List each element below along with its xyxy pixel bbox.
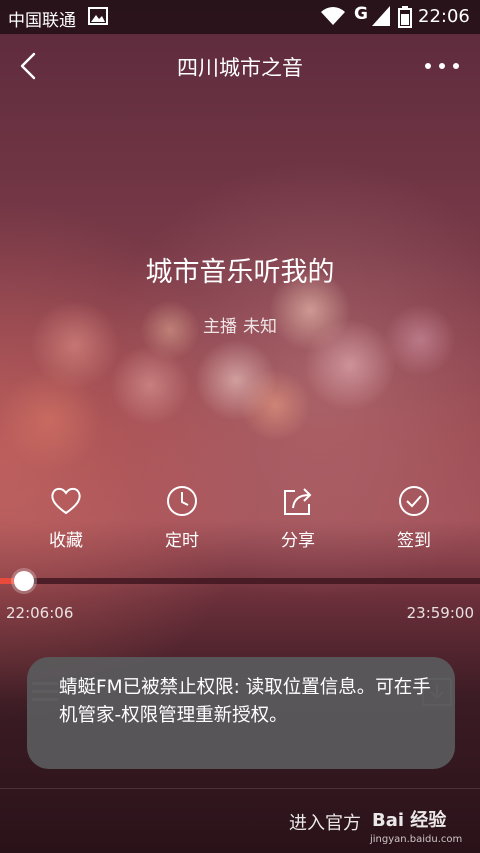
toast-message: 蜻蜓FM已被禁止权限: 读取位置信息。可在手机管家-权限管理重新授权。 [59,677,431,726]
share-icon [284,488,312,515]
divider [0,788,480,789]
favorite-label: 收藏 [49,531,83,551]
status-time: 22:06 [418,6,470,27]
bokeh-light [0,370,100,470]
carrier-name: 中国联通 [8,11,76,31]
host-line: 主播 未知 [0,312,480,337]
timer-button[interactable]: 定时 [142,484,222,551]
heart-icon [51,487,81,515]
song-title: 城市音乐听我的 [145,257,335,288]
more-dots-icon [425,63,459,69]
check-in-label: 签到 [397,531,431,551]
check-circle-icon [399,486,429,516]
official-site-link[interactable]: 进入官方 [289,809,361,835]
watermark-logo: Bai 经验 [372,810,447,831]
page-title: 四川城市之音 [177,56,303,80]
baidu-watermark: Bai 经验 jingyan.baidu.com [366,806,478,846]
signal-icon: G [352,4,392,28]
bokeh-light [240,370,310,440]
wifi-icon [320,6,346,26]
progress-track[interactable] [0,578,480,584]
end-time: 23:59:00 [406,604,474,622]
permission-toast: 蜻蜓FM已被禁止权限: 读取位置信息。可在手机管家-权限管理重新授权。 [27,657,455,769]
status-bar: 中国联通 G 22:06 [0,0,480,34]
share-label: 分享 [281,531,315,551]
clock-icon [167,486,197,516]
watermark-url: jingyan.baidu.com [370,834,463,845]
share-button[interactable]: 分享 [258,484,338,551]
favorite-button[interactable]: 收藏 [26,484,106,551]
host-label: 主播 [203,317,237,337]
current-time: 22:06:06 [6,604,74,622]
timer-label: 定时 [165,531,199,551]
host-name: 未知 [243,317,277,337]
image-notification-icon [88,7,108,25]
battery-icon [398,6,412,28]
check-in-button[interactable]: 签到 [374,484,454,551]
progress-handle[interactable] [14,571,34,591]
more-options-button[interactable] [420,52,464,80]
network-type: G [354,4,368,24]
